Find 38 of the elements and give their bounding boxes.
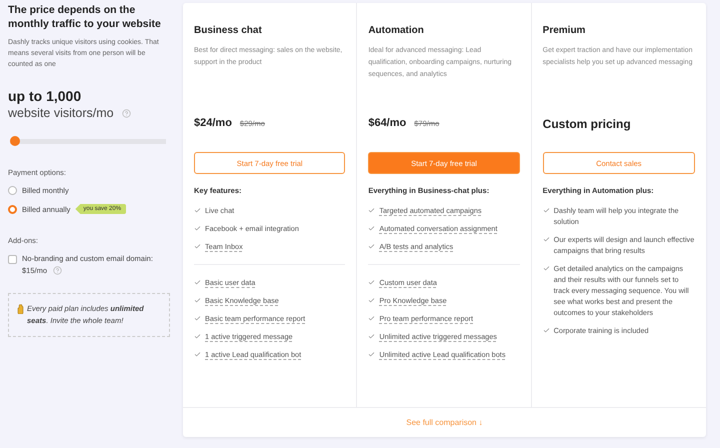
check-icon xyxy=(194,351,201,358)
checkbox[interactable] xyxy=(8,255,17,264)
visitors-slider[interactable] xyxy=(10,136,166,146)
check-icon xyxy=(368,225,376,232)
plan-name: Automation xyxy=(368,25,425,36)
help-icon[interactable] xyxy=(53,266,62,275)
check-icon xyxy=(194,225,201,232)
check-icon xyxy=(368,243,376,250)
check-icon xyxy=(194,279,201,286)
slider-thumb[interactable] xyxy=(10,136,20,146)
check-icon xyxy=(542,207,550,214)
plan-price: $24/mo xyxy=(194,117,232,129)
check-icon xyxy=(368,297,376,304)
check-icon xyxy=(194,315,201,322)
check-icon xyxy=(368,351,376,358)
check-icon xyxy=(542,236,550,243)
check-icon xyxy=(542,265,550,272)
sidebar-title: The price depends on the monthly traffic to your website xyxy=(8,3,162,31)
plan-price: Custom pricing xyxy=(542,117,631,131)
hand-icon xyxy=(17,304,24,314)
check-icon xyxy=(368,279,376,286)
check-icon xyxy=(368,333,376,340)
help-icon[interactable] xyxy=(122,108,131,118)
radio-button[interactable] xyxy=(8,204,17,214)
check-icon xyxy=(194,333,201,340)
check-icon xyxy=(368,207,376,214)
check-icon xyxy=(194,207,201,214)
check-icon xyxy=(368,315,376,322)
plan-name: Business chat xyxy=(194,25,263,36)
check-icon xyxy=(542,327,550,334)
comparison-link[interactable]: See full comparison ↓ xyxy=(406,418,483,427)
check-icon xyxy=(194,243,201,250)
plan-name: Premium xyxy=(542,25,586,36)
radio-button[interactable] xyxy=(8,186,17,195)
visitors-amount: up to 1,000 xyxy=(8,88,82,104)
check-icon xyxy=(194,297,201,304)
visitors-unit: website visitors/mo xyxy=(8,106,114,120)
plan-price: $64/mo xyxy=(368,117,406,129)
